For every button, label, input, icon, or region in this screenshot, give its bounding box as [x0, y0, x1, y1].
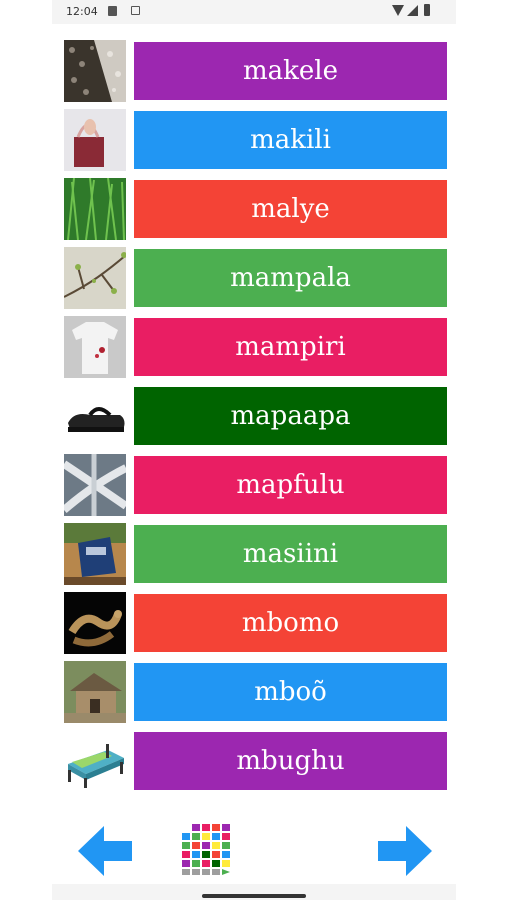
word-button[interactable]: mbughu: [134, 732, 447, 790]
word-button[interactable]: mampiri: [134, 318, 447, 376]
word-button[interactable]: malye: [134, 180, 447, 238]
alphabet-grid-icon: [180, 822, 232, 876]
wifi-icon: [392, 5, 404, 16]
status-time: 12:04: [66, 5, 98, 18]
gravel-icon[interactable]: [64, 40, 126, 102]
sandal-icon[interactable]: [64, 385, 126, 447]
stained-shirt-icon[interactable]: [64, 316, 126, 378]
word-button[interactable]: mbomo: [134, 594, 447, 652]
word-button[interactable]: mboõ: [134, 663, 447, 721]
grass-icon[interactable]: [64, 178, 126, 240]
arrow-left-icon: [78, 826, 132, 876]
word-row: masiini: [52, 523, 456, 585]
notification-icon: [108, 6, 117, 16]
next-page-button[interactable]: [378, 826, 432, 876]
previous-page-button[interactable]: [78, 826, 132, 876]
arrow-right-icon: [378, 826, 432, 876]
snake-icon[interactable]: [64, 592, 126, 654]
alphabet-grid-button[interactable]: [180, 822, 232, 876]
branch-buds-icon[interactable]: [64, 247, 126, 309]
word-button[interactable]: masiini: [134, 525, 447, 583]
word-button[interactable]: mampala: [134, 249, 447, 307]
bottom-navigation: [52, 812, 456, 892]
app-screen: 12:04 makele makili malye mampala mampir…: [52, 0, 456, 900]
word-row: mampala: [52, 247, 456, 309]
crossroads-icon[interactable]: [64, 454, 126, 516]
status-bar: 12:04: [52, 0, 456, 24]
word-row: mbomo: [52, 592, 456, 654]
word-button[interactable]: mapaapa: [134, 387, 447, 445]
word-button[interactable]: makele: [134, 42, 447, 100]
word-row: mbughu: [52, 730, 456, 792]
word-row: mapaapa: [52, 385, 456, 447]
word-row: malye: [52, 178, 456, 240]
word-button[interactable]: makili: [134, 111, 447, 169]
word-row: makele: [52, 40, 456, 102]
app-icon: [131, 6, 140, 15]
bag-icon[interactable]: [64, 109, 126, 171]
word-button[interactable]: mapfulu: [134, 456, 447, 514]
word-row: mapfulu: [52, 454, 456, 516]
train-icon[interactable]: [64, 523, 126, 585]
gesture-handle[interactable]: [202, 894, 306, 898]
bed-icon[interactable]: [64, 730, 126, 792]
word-row: mampiri: [52, 316, 456, 378]
word-row: mboõ: [52, 661, 456, 723]
battery-icon: [424, 4, 430, 16]
signal-icon: [407, 5, 418, 16]
hut-icon[interactable]: [64, 661, 126, 723]
word-row: makili: [52, 109, 456, 171]
